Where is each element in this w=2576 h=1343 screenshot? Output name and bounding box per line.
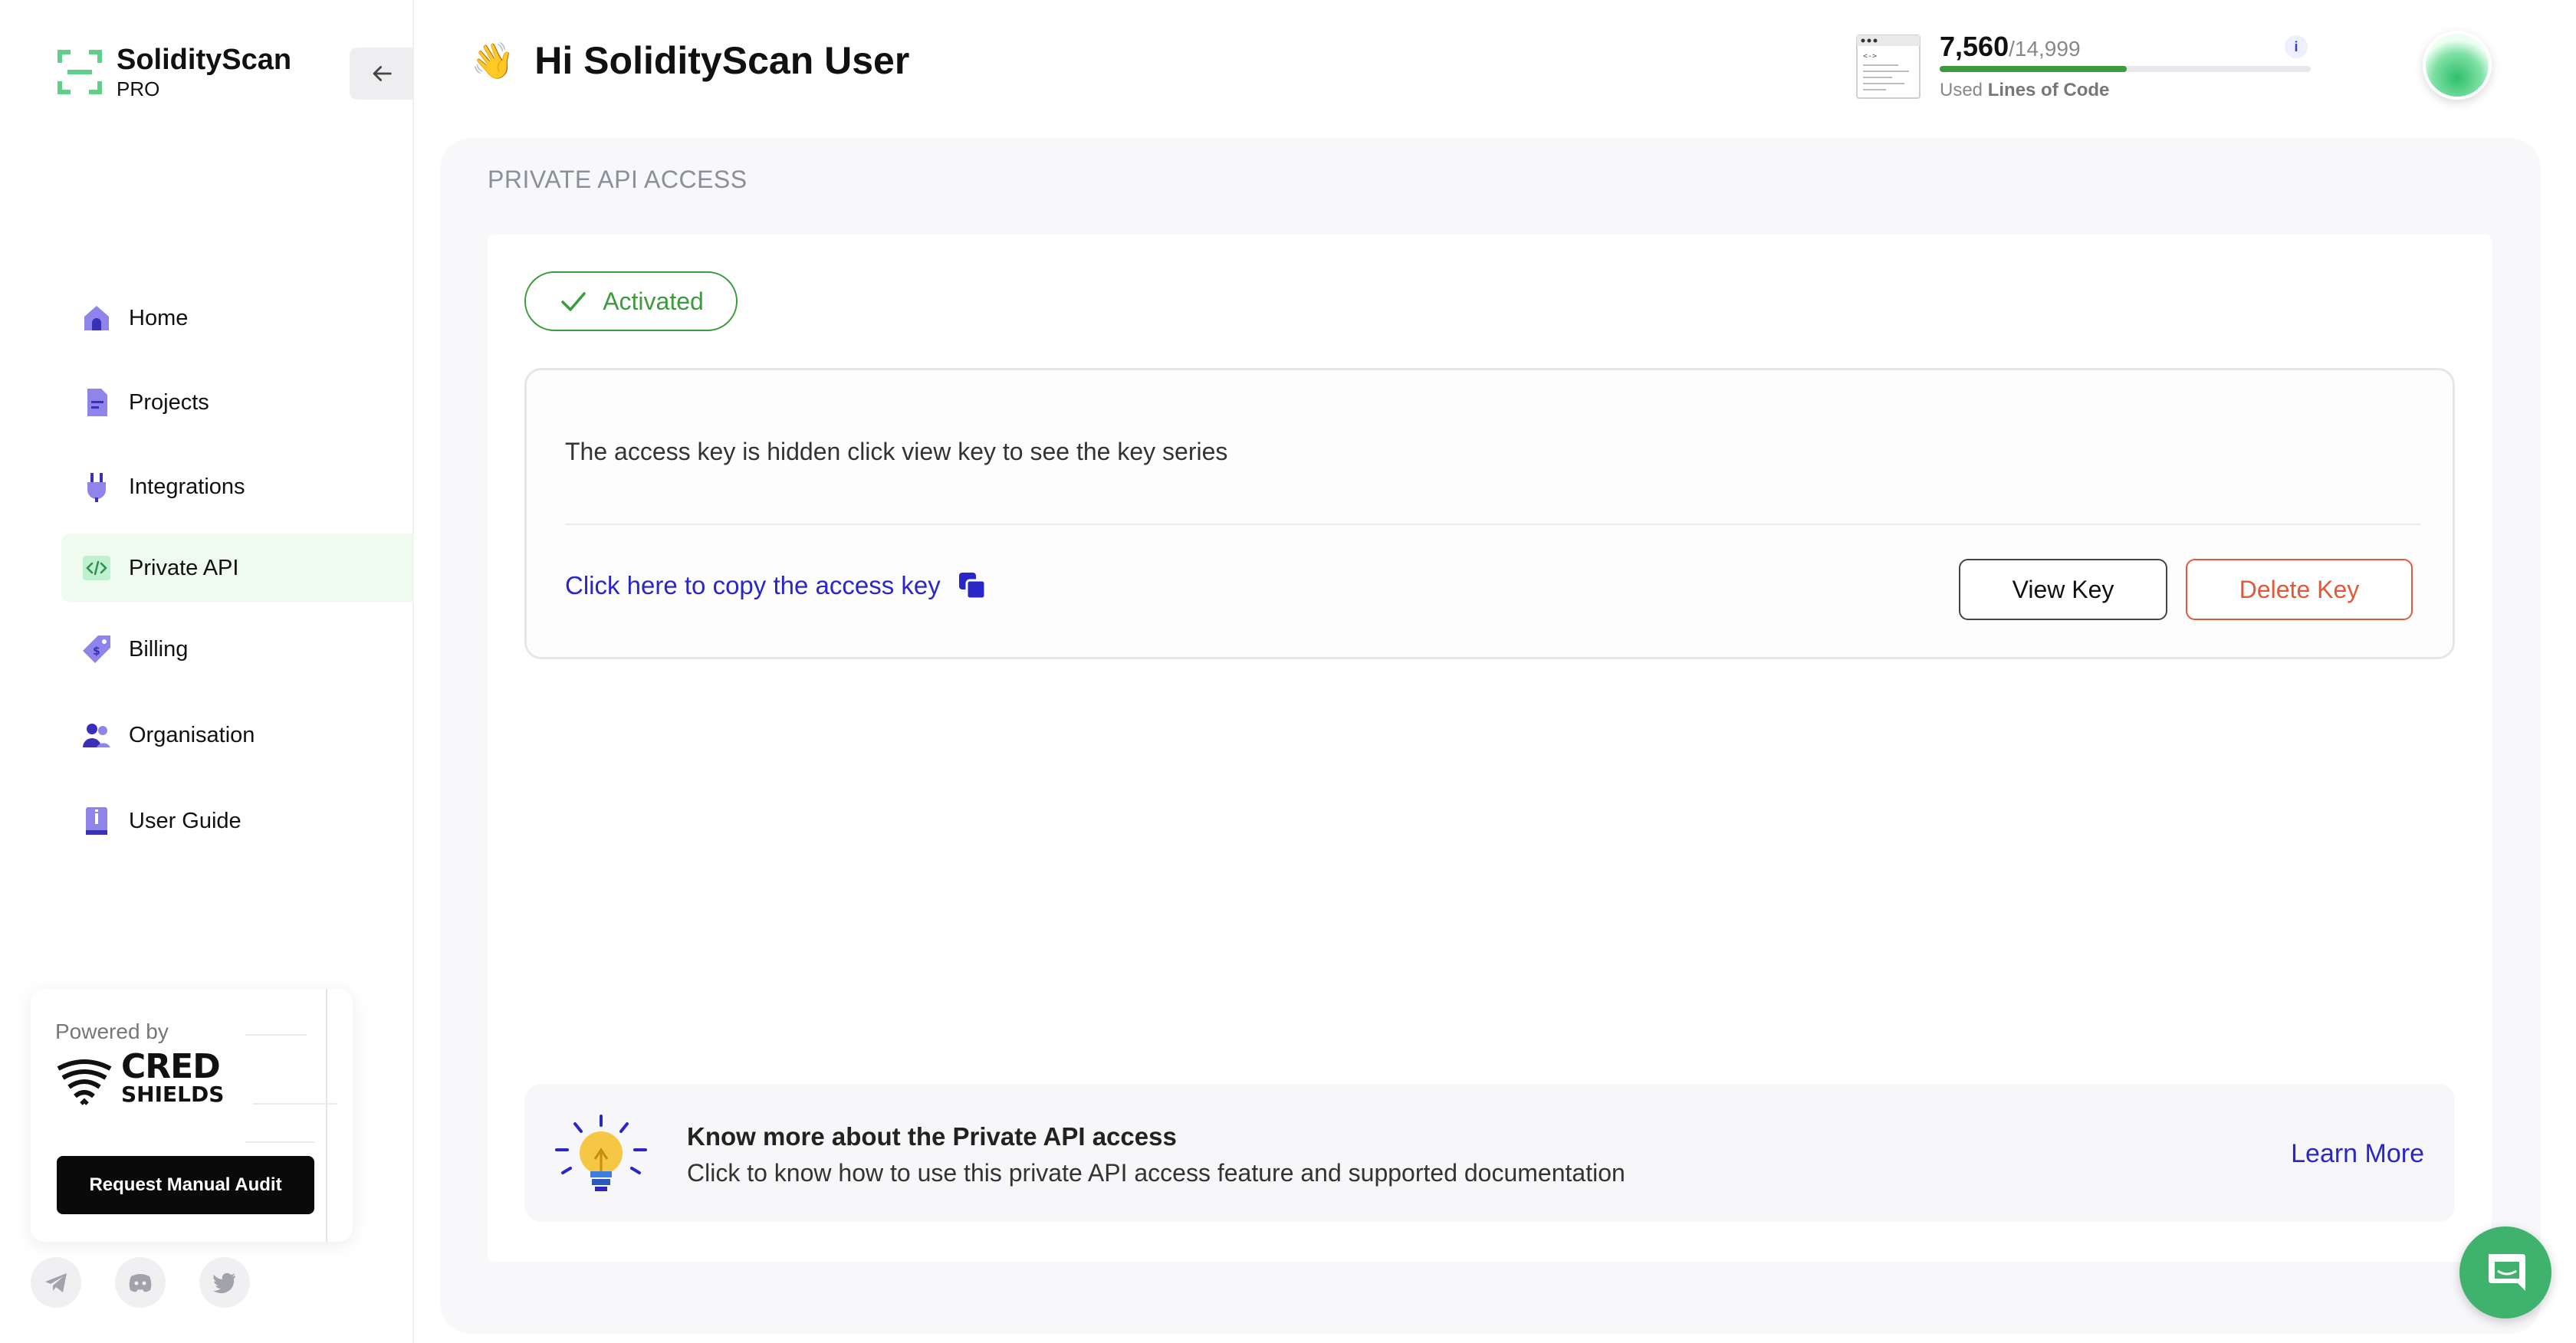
lightbulb-icon (555, 1115, 647, 1191)
greeting-text: Hi SolidityScan User (534, 39, 910, 82)
chat-support-button[interactable] (2459, 1226, 2551, 1318)
powered-by-card: Powered by CRED SHIELDS Request Manual A… (31, 989, 353, 1242)
powered-by-label: Powered by (55, 1020, 169, 1043)
code-icon (80, 551, 113, 585)
plan-tier: PRO (117, 77, 160, 100)
twitter-link[interactable] (199, 1257, 250, 1308)
sidebar-item-label: Projects (129, 389, 209, 415)
credshields-logo-line1: CRED (121, 1047, 221, 1086)
credshields-logo-line2: SHIELDS (121, 1082, 225, 1107)
brand-name: SolidityScan (117, 44, 292, 76)
usage-progress-fill (1940, 66, 2127, 72)
sidebar-item-integrations[interactable]: Integrations (61, 452, 414, 521)
telegram-icon (45, 1273, 67, 1292)
discord-link[interactable] (115, 1257, 166, 1308)
document-icon (80, 386, 113, 419)
copy-access-key-link[interactable]: Click here to copy the access key (565, 571, 987, 600)
copy-link-label: Click here to copy the access key (565, 571, 941, 599)
info-description: Click to know how to use this private AP… (687, 1159, 1625, 1187)
learn-more-link[interactable]: Learn More (2291, 1139, 2424, 1169)
code-window-icon: <-> (1856, 34, 1921, 99)
app-logo[interactable]: SolidityScan PRO (57, 43, 291, 101)
divider (565, 524, 2420, 525)
plug-icon (80, 470, 113, 504)
twitter-icon (213, 1272, 235, 1294)
book-icon (80, 804, 113, 838)
access-key-box: The access key is hidden click view key … (524, 368, 2455, 659)
sidebar-item-projects[interactable]: Projects (61, 368, 414, 437)
greeting: 👋 Hi SolidityScan User (471, 38, 909, 83)
sidebar-item-user-guide[interactable]: User Guide (61, 786, 414, 855)
checkmark-icon (561, 292, 586, 311)
sidebar-item-organisation[interactable]: Organisation (61, 701, 414, 770)
delete-key-button[interactable]: Delete Key (2186, 559, 2413, 620)
price-tag-icon: $ (80, 632, 113, 666)
view-key-button[interactable]: View Key (1959, 559, 2167, 620)
page-title: PRIVATE API ACCESS (488, 166, 748, 193)
sidebar-item-label: User Guide (129, 808, 242, 833)
sidebar-item-label: Integrations (129, 474, 245, 499)
sidebar-item-billing[interactable]: $ Billing (61, 615, 414, 684)
private-api-card: Activated The access key is hidden click… (488, 235, 2492, 1262)
credshields-logo[interactable]: CRED SHIELDS (55, 1047, 225, 1110)
sidebar-item-label: Organisation (129, 722, 255, 747)
telegram-link[interactable] (31, 1257, 81, 1308)
sidebar-item-private-api[interactable]: Private API (61, 534, 414, 603)
svg-text:$: $ (93, 645, 100, 658)
user-avatar[interactable] (2423, 31, 2492, 100)
sidebar-item-label: Private API (129, 555, 239, 580)
discord-icon (129, 1274, 152, 1292)
arrow-left-icon (373, 66, 392, 81)
request-manual-audit-button[interactable]: Request Manual Audit (57, 1156, 314, 1214)
sidebar: SolidityScan PRO Home Projects Integrati… (0, 0, 414, 1343)
info-icon[interactable]: i (2285, 35, 2308, 58)
users-icon (80, 718, 113, 752)
credshields-logo-icon (57, 1059, 112, 1105)
social-links (31, 1257, 284, 1308)
solidityscan-logo-icon (57, 49, 103, 95)
sidebar-item-label: Billing (129, 636, 189, 662)
usage-caption: Used Lines of Code (1940, 80, 2110, 100)
status-badge: Activated (524, 271, 738, 331)
svg-text:<->: <-> (1863, 52, 1877, 61)
used-lines-count: 7,560 (1940, 31, 2009, 62)
sidebar-item-home[interactable]: Home (61, 284, 414, 353)
home-icon (80, 301, 113, 335)
lines-of-code-usage: <-> 7,560/14,999 Used Lines of Code i (1855, 31, 2315, 107)
api-info-banner: Know more about the Private API access C… (524, 1084, 2455, 1222)
access-key-message: The access key is hidden click view key … (565, 438, 1228, 465)
usage-progress-bar (1940, 66, 2311, 72)
sidebar-item-label: Home (129, 305, 189, 330)
chat-bubble-icon (2489, 1254, 2525, 1291)
waving-hand-icon: 👋 (471, 39, 515, 81)
total-lines-count: /14,999 (2009, 37, 2081, 61)
main-panel: PRIVATE API ACCESS Activated The access … (440, 138, 2541, 1334)
info-title: Know more about the Private API access (687, 1122, 1177, 1151)
collapse-sidebar-button[interactable] (350, 48, 414, 100)
status-label: Activated (603, 287, 704, 315)
copy-icon (958, 573, 987, 600)
